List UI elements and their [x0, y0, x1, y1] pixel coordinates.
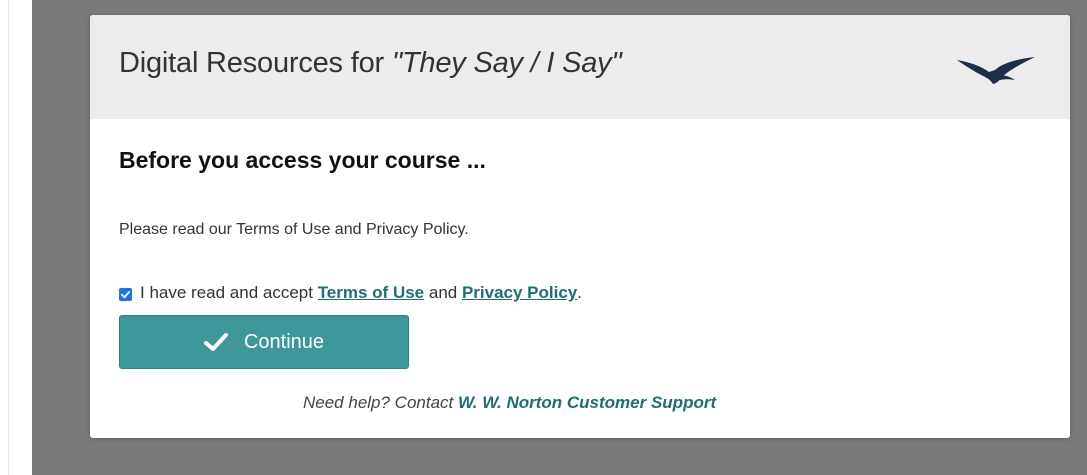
background-page-edge — [0, 0, 32, 475]
modal-header: Digital Resources for "They Say / I Say" — [90, 15, 1070, 119]
modal-title: Digital Resources for "They Say / I Say" — [119, 47, 622, 80]
accept-label-prefix: I have read and accept — [140, 283, 318, 302]
checkbox-check-icon — [120, 290, 131, 298]
modal-title-prefix: Digital Resources for — [119, 47, 392, 79]
course-access-modal: Digital Resources for "They Say / I Say"… — [90, 15, 1070, 438]
modal-title-book: "They Say / I Say" — [391, 47, 622, 79]
customer-support-link[interactable]: W. W. Norton Customer Support — [458, 393, 716, 412]
continue-button[interactable]: Continue — [119, 315, 409, 369]
privacy-policy-link[interactable]: Privacy Policy — [462, 283, 577, 303]
help-text-prefix: Need help? Contact — [303, 393, 458, 412]
accept-label-suffix: . — [577, 283, 582, 302]
modal-heading: Before you access your course ... — [119, 147, 486, 173]
norton-seagull-logo-icon — [957, 57, 1035, 84]
terms-note: Please read our Terms of Use and Privacy… — [119, 221, 469, 238]
continue-button-label: Continue — [243, 330, 325, 353]
accept-label-middle: and — [424, 283, 462, 302]
accept-terms-checkbox[interactable] — [119, 287, 132, 301]
help-text: Need help? Contact W. W. Norton Customer… — [303, 393, 716, 413]
accept-terms-row: I have read and accept Terms of Use and … — [119, 283, 582, 303]
page-divider — [8, 0, 9, 475]
terms-of-use-link[interactable]: Terms of Use — [318, 283, 424, 303]
checkmark-icon — [203, 333, 228, 351]
